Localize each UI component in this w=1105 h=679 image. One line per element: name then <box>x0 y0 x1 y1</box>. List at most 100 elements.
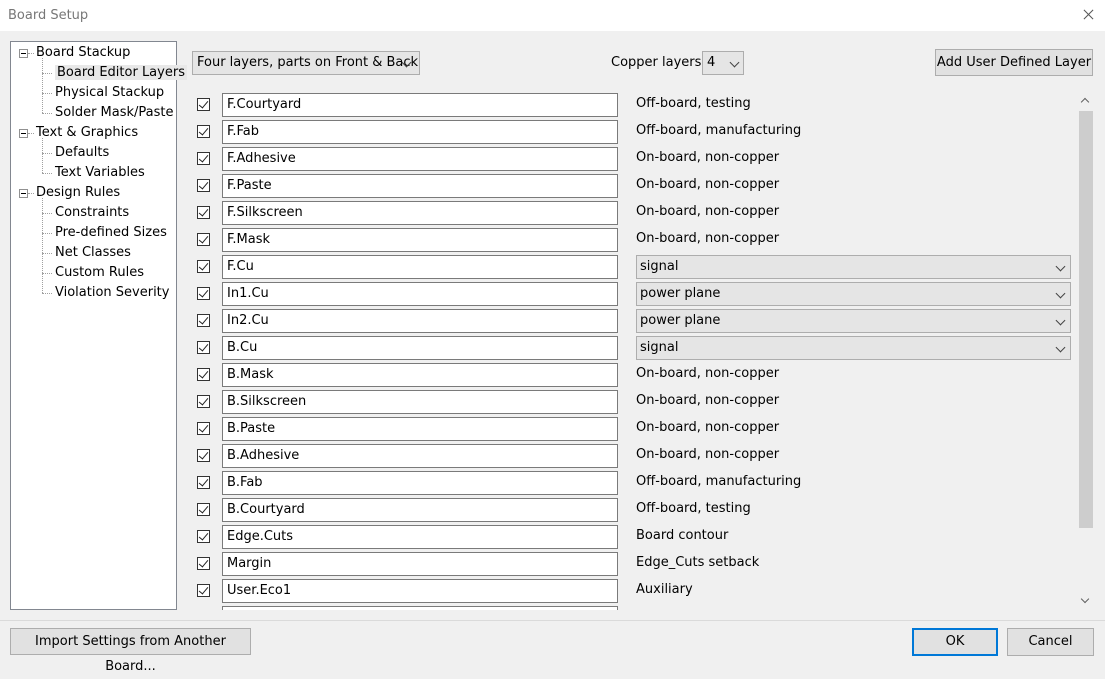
close-icon[interactable] <box>1071 0 1105 31</box>
layer-name-input[interactable]: Margin <box>222 552 618 576</box>
layer-name-input[interactable]: B.Cu <box>222 336 618 360</box>
import-settings-button[interactable]: Import Settings from Another Board... <box>10 628 251 674</box>
layer-enabled-checkbox[interactable] <box>197 476 210 489</box>
vertical-scrollbar[interactable] <box>1078 91 1094 610</box>
layer-type-dropdown[interactable]: signal <box>636 336 1071 360</box>
layer-description: On-board, non-copper <box>636 177 780 192</box>
tree-item[interactable]: Board Stackup <box>36 43 130 63</box>
tree-item[interactable]: Defaults <box>55 143 109 163</box>
tree-item-label: Solder Mask/Paste <box>55 105 174 120</box>
layer-enabled-checkbox[interactable] <box>197 287 210 300</box>
layer-name-input[interactable]: F.Paste <box>222 174 618 198</box>
preset-dropdown[interactable]: Four layers, parts on Front & Back <box>192 51 420 75</box>
layer-enabled-checkbox[interactable] <box>197 233 210 246</box>
layer-enabled-checkbox[interactable] <box>197 206 210 219</box>
tree-item[interactable]: Solder Mask/Paste <box>55 103 174 123</box>
layer-name-value: F.Silkscreen <box>227 205 303 220</box>
tree-item[interactable]: Constraints <box>55 203 129 223</box>
copper-layers-dropdown[interactable]: 4 <box>702 51 744 75</box>
cancel-button[interactable]: Cancel <box>1007 628 1094 656</box>
layer-row: Edge.Cuts Board contour <box>187 523 1078 550</box>
tree-item[interactable]: Text Variables <box>55 163 145 183</box>
chevron-down-icon <box>1055 261 1066 272</box>
chevron-down-icon <box>1055 288 1066 299</box>
scroll-down-icon[interactable] <box>1080 594 1090 604</box>
layer-enabled-checkbox[interactable] <box>197 557 210 570</box>
layer-name-value: F.Fab <box>227 124 260 139</box>
layer-name-value: B.Courtyard <box>227 502 305 517</box>
layer-name-input[interactable]: In2.Cu <box>222 309 618 333</box>
layer-name-input[interactable]: User.Eco1 <box>222 579 618 603</box>
layer-enabled-checkbox[interactable] <box>197 260 210 273</box>
add-user-defined-layer-button[interactable]: Add User Defined Layer <box>935 49 1093 76</box>
tree-item[interactable]: Pre-defined Sizes <box>55 223 167 243</box>
layer-enabled-checkbox[interactable] <box>197 152 210 165</box>
tree-item-label: Board Stackup <box>36 45 131 60</box>
collapse-icon[interactable] <box>19 129 28 138</box>
layer-name-input[interactable]: F.Adhesive <box>222 147 618 171</box>
tree-item-label: Text & Graphics <box>36 125 139 140</box>
tree-item[interactable]: Physical Stackup <box>55 83 164 103</box>
layer-name-input[interactable]: Edge.Cuts <box>222 525 618 549</box>
layer-name-input[interactable]: B.Courtyard <box>222 498 618 522</box>
layer-row: F.Mask On-board, non-copper <box>187 226 1078 253</box>
layer-name-input[interactable]: B.Silkscreen <box>222 390 618 414</box>
layer-enabled-checkbox[interactable] <box>197 368 210 381</box>
layer-type-dropdown[interactable]: power plane <box>636 282 1071 306</box>
scroll-up-icon[interactable] <box>1080 97 1090 107</box>
tree-item[interactable]: Text & Graphics <box>36 123 138 143</box>
layer-row: F.Paste On-board, non-copper <box>187 172 1078 199</box>
layer-description: Off-board, testing <box>636 501 751 516</box>
tree-item[interactable]: Design Rules <box>36 183 120 203</box>
layer-enabled-checkbox[interactable] <box>197 449 210 462</box>
layer-name-input[interactable]: B.Fab <box>222 471 618 495</box>
layer-name-value: B.Mask <box>227 367 274 382</box>
layer-enabled-checkbox[interactable] <box>197 341 210 354</box>
layer-name-input[interactable]: B.Paste <box>222 417 618 441</box>
layer-enabled-checkbox[interactable] <box>197 98 210 111</box>
layer-enabled-checkbox[interactable] <box>197 179 210 192</box>
layer-name-input[interactable]: F.Cu <box>222 255 618 279</box>
tree-connector <box>42 273 52 274</box>
tree-item[interactable]: Net Classes <box>55 243 131 263</box>
tree-item[interactable]: Violation Severity <box>55 283 169 303</box>
layer-type-value: power plane <box>640 313 721 328</box>
layer-enabled-checkbox[interactable] <box>197 503 210 516</box>
layer-name-input[interactable]: F.Fab <box>222 120 618 144</box>
layer-name-input[interactable]: F.Mask <box>222 228 618 252</box>
layer-name-input[interactable] <box>222 606 618 610</box>
layer-name-value: F.Courtyard <box>227 97 302 112</box>
layer-name-value: B.Cu <box>227 340 258 355</box>
tree-connector <box>42 173 52 174</box>
layer-enabled-checkbox[interactable] <box>197 125 210 138</box>
layer-type-dropdown[interactable]: power plane <box>636 309 1071 333</box>
tree-item[interactable]: Custom Rules <box>55 263 144 283</box>
collapse-icon[interactable] <box>19 49 28 58</box>
settings-tree[interactable]: Board Stackup Board Editor Layers Physical… <box>10 41 187 610</box>
scrollbar-thumb[interactable] <box>1079 111 1093 528</box>
layer-name-input[interactable]: B.Adhesive <box>222 444 618 468</box>
layer-name-value: B.Silkscreen <box>227 394 307 409</box>
layer-row: F.Courtyard Off-board, testing <box>187 91 1078 118</box>
layer-enabled-checkbox[interactable] <box>197 395 210 408</box>
layer-row: User.Eco1 Auxiliary <box>187 577 1078 604</box>
layer-row: B.Adhesive On-board, non-copper <box>187 442 1078 469</box>
layer-enabled-checkbox[interactable] <box>197 584 210 597</box>
layer-name-value: B.Adhesive <box>227 448 300 463</box>
tree-connector <box>42 73 52 74</box>
layer-description: Edge_Cuts setback <box>636 555 760 570</box>
layer-name-input[interactable]: B.Mask <box>222 363 618 387</box>
ok-button[interactable]: OK <box>912 628 998 656</box>
layer-name-input[interactable]: F.Silkscreen <box>222 201 618 225</box>
layer-name-input[interactable]: F.Courtyard <box>222 93 618 117</box>
collapse-icon[interactable] <box>19 189 28 198</box>
tree-item[interactable]: Board Editor Layers <box>55 63 187 83</box>
copper-layers-label: Copper layers: <box>611 55 706 70</box>
layer-enabled-checkbox[interactable] <box>197 314 210 327</box>
tree-connector <box>42 113 52 114</box>
layer-enabled-checkbox[interactable] <box>197 530 210 543</box>
layer-enabled-checkbox[interactable] <box>197 422 210 435</box>
layer-type-dropdown[interactable]: signal <box>636 255 1071 279</box>
layer-row: B.Cu signal <box>187 334 1078 361</box>
layer-name-input[interactable]: In1.Cu <box>222 282 618 306</box>
